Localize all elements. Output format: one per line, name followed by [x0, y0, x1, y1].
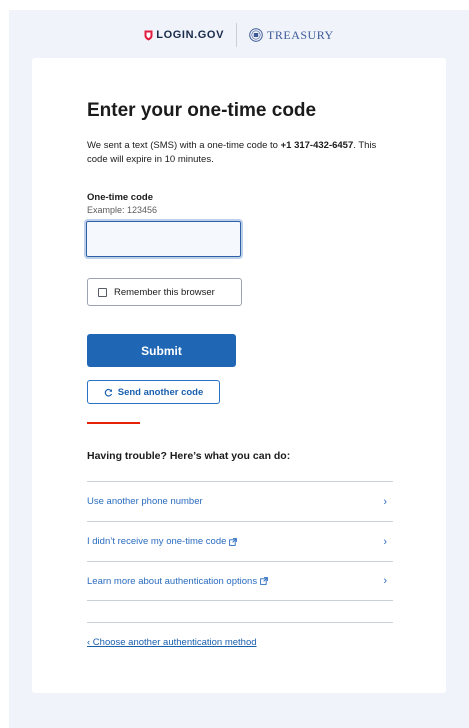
chevron-right-icon: › — [383, 535, 387, 548]
page-title: Enter your one-time code — [87, 100, 317, 121]
trouble-item-label: I didn’t receive my one-time code — [87, 536, 227, 547]
code-field-label: One-time code — [87, 192, 153, 203]
remember-browser-checkbox[interactable]: Remember this browser — [87, 278, 242, 306]
refresh-icon — [104, 388, 112, 397]
partner-name: TREASURY — [267, 27, 334, 42]
chevron-right-icon: › — [383, 495, 387, 508]
trouble-heading: Having trouble? Here’s what you can do: — [87, 450, 291, 462]
submit-button[interactable]: Submit — [87, 334, 236, 367]
use-another-phone-link[interactable]: Use another phone number › — [87, 481, 393, 521]
remember-browser-label: Remember this browser — [114, 286, 215, 298]
main-card: Enter your one-time code We sent a text … — [32, 58, 446, 693]
learn-more-auth-options-link[interactable]: Learn more about authentication options … — [87, 561, 393, 601]
code-field-hint: Example: 123456 — [87, 205, 158, 215]
shield-icon — [144, 30, 153, 40]
chevron-right-icon: › — [383, 575, 387, 587]
header-banner: LOGIN.GOV TREASURY — [9, 20, 469, 50]
trouble-options-list: Use another phone number › I didn’t rece… — [87, 481, 393, 601]
trouble-item-label: Use another phone number — [87, 496, 203, 507]
treasury-seal-icon — [249, 28, 263, 42]
didnt-receive-code-link[interactable]: I didn’t receive my one-time code › — [87, 521, 393, 561]
choose-another-method-link[interactable]: ‹ Choose another authentication method — [87, 637, 257, 648]
one-time-code-input[interactable] — [84, 219, 243, 259]
trouble-item-label: Learn more about authentication options — [87, 575, 258, 587]
send-another-code-button[interactable]: Send another code — [87, 380, 220, 404]
external-link-icon — [260, 577, 268, 585]
external-link-icon — [229, 537, 238, 546]
partner-logo: TREASURY — [249, 28, 334, 43]
checkbox-icon[interactable] — [98, 287, 107, 297]
login-gov-logo: LOGIN.GOV — [144, 29, 224, 41]
instruction-prefix: We sent a text (SMS) with a one-time cod… — [87, 140, 281, 151]
phone-number: +1 317-432-6457 — [280, 140, 354, 151]
send-another-code-label: Send another code — [117, 386, 204, 398]
header-divider — [236, 23, 238, 47]
section-accent-rule — [87, 422, 140, 424]
instruction-text: We sent a text (SMS) with a one-time cod… — [87, 139, 387, 167]
login-gov-wordmark: LOGIN.GOV — [156, 29, 225, 41]
footer-divider — [87, 622, 393, 623]
